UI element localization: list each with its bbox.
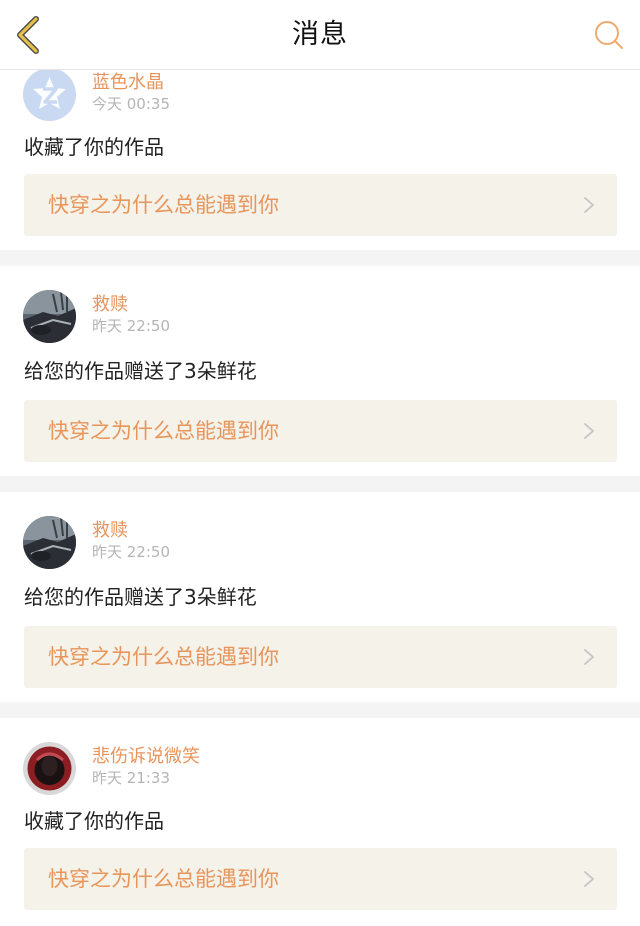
work-link[interactable]: 快穿之为什么总能遇到你 [24, 626, 617, 688]
message-card: 救赎 昨天 22:50 给您的作品赠送了3朵鲜花 快穿之为什么总能遇到你 [0, 492, 640, 702]
search-button[interactable] [592, 18, 626, 52]
work-title: 快穿之为什么总能遇到你 [48, 193, 279, 217]
search-icon [595, 21, 623, 49]
chevron-right-icon [584, 649, 594, 665]
timestamp: 昨天 21:33 [92, 769, 170, 787]
chevron-right-icon [584, 871, 594, 887]
work-title: 快穿之为什么总能遇到你 [48, 867, 279, 891]
action-text: 收藏了你的作品 [24, 809, 164, 833]
username[interactable]: 蓝色水晶 [92, 72, 164, 94]
page-title: 消息 [292, 19, 348, 50]
avatar[interactable] [23, 68, 76, 121]
action-text: 给您的作品赠送了3朵鲜花 [24, 585, 257, 609]
photo-avatar-icon [23, 516, 76, 569]
timestamp: 昨天 22:50 [92, 317, 170, 335]
default-avatar-icon [23, 68, 76, 121]
work-link[interactable]: 快穿之为什么总能遇到你 [24, 174, 617, 236]
photo-avatar-icon [23, 290, 76, 343]
action-text: 给您的作品赠送了3朵鲜花 [24, 359, 257, 383]
message-card: 悲伤诉说微笑 昨天 21:33 收藏了你的作品 快穿之为什么总能遇到你 [0, 718, 640, 926]
username[interactable]: 悲伤诉说微笑 [92, 746, 200, 768]
username[interactable]: 救赎 [92, 520, 128, 542]
work-link[interactable]: 快穿之为什么总能遇到你 [24, 848, 617, 910]
message-card: 救赎 昨天 22:50 给您的作品赠送了3朵鲜花 快穿之为什么总能遇到你 [0, 266, 640, 476]
work-title: 快穿之为什么总能遇到你 [48, 645, 279, 669]
work-link[interactable]: 快穿之为什么总能遇到你 [24, 400, 617, 462]
messages-page: 蓝色水晶 今天 00:35 收藏了你的作品 快穿之为什么总能遇到你 救赎 昨天 … [0, 0, 640, 926]
avatar[interactable] [23, 742, 76, 795]
chevron-right-icon [584, 423, 594, 439]
chevron-right-icon [584, 197, 594, 213]
avatar[interactable] [23, 290, 76, 343]
username[interactable]: 救赎 [92, 294, 128, 316]
message-card: 蓝色水晶 今天 00:35 收藏了你的作品 快穿之为什么总能遇到你 [0, 40, 640, 250]
timestamp: 今天 00:35 [92, 95, 170, 113]
work-title: 快穿之为什么总能遇到你 [48, 419, 279, 443]
action-text: 收藏了你的作品 [24, 135, 164, 159]
photo-avatar-icon [23, 742, 76, 795]
timestamp: 昨天 22:50 [92, 543, 170, 561]
top-nav-bar: 消息 [0, 0, 640, 70]
avatar[interactable] [23, 516, 76, 569]
